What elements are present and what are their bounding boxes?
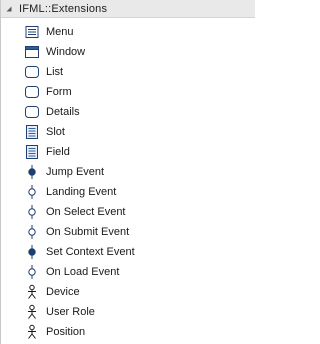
toolbox-item-label: Slot — [46, 126, 65, 138]
toolbox-item-label: Field — [46, 146, 70, 158]
toolbox-item-label: Landing Event — [46, 186, 117, 198]
device-icon — [24, 284, 40, 300]
toolbox-item-on-load-event[interactable]: On Load Event — [1, 262, 251, 282]
toolbox-item-label: Jump Event — [46, 166, 105, 178]
toolbox-item-label: User Role — [46, 306, 95, 318]
toolbox-item-field[interactable]: Field — [1, 142, 251, 162]
toolbox-item-details[interactable]: Details — [1, 102, 251, 122]
toolbox-item-label: Position — [46, 326, 86, 338]
landing-event-icon — [24, 184, 40, 200]
toolbox-group-header[interactable]: IFML::Extensions — [1, 0, 255, 18]
toolbox-item-slot[interactable]: Slot — [1, 122, 251, 142]
toolbox-item-label: On Load Event — [46, 266, 120, 278]
toolbox-item-label: Form — [46, 86, 72, 98]
jump-event-icon — [24, 164, 40, 180]
toolbox-item-label: List — [46, 66, 64, 78]
user-role-icon — [24, 304, 40, 320]
toolbox-item-on-submit-event[interactable]: On Submit Event — [1, 222, 251, 242]
menu-icon — [24, 24, 40, 40]
toolbox-item-label: Device — [46, 286, 80, 298]
on-select-event-icon — [24, 204, 40, 220]
toolbox-item-set-context-event[interactable]: Set Context Event — [1, 242, 251, 262]
toolbox-group-title: IFML::Extensions — [19, 2, 108, 15]
toolbox-item-label: Menu — [46, 26, 74, 38]
position-icon — [24, 324, 40, 340]
collapse-caret-icon[interactable] — [5, 5, 13, 13]
form-icon — [24, 84, 40, 100]
toolbox-item-jump-event[interactable]: Jump Event — [1, 162, 251, 182]
on-load-event-icon — [24, 264, 40, 280]
list-icon — [24, 64, 40, 80]
details-icon — [24, 104, 40, 120]
toolbox-item-window[interactable]: Window — [1, 42, 251, 62]
toolbox-item-label: On Submit Event — [46, 226, 130, 238]
toolbox-item-landing-event[interactable]: Landing Event — [1, 182, 251, 202]
toolbox-item-label: Set Context Event — [46, 246, 135, 258]
field-icon — [24, 144, 40, 160]
toolbox-item-form[interactable]: Form — [1, 82, 251, 102]
toolbox-item-list-element[interactable]: List — [1, 62, 251, 82]
slot-icon — [24, 124, 40, 140]
toolbox-panel: IFML::Extensions Menu Window List Form D… — [0, 0, 255, 344]
toolbox-item-menu[interactable]: Menu — [1, 22, 251, 42]
window-icon — [24, 44, 40, 60]
toolbox-item-label: On Select Event — [46, 206, 126, 218]
toolbox-item-device[interactable]: Device — [1, 282, 251, 302]
toolbox-item-on-select-event[interactable]: On Select Event — [1, 202, 251, 222]
toolbox-item-label: Details — [46, 106, 80, 118]
toolbox-item-position[interactable]: Position — [1, 322, 251, 342]
on-submit-event-icon — [24, 224, 40, 240]
toolbox-item-user-role[interactable]: User Role — [1, 302, 251, 322]
toolbox-item-label: Window — [46, 46, 86, 58]
set-context-event-icon — [24, 244, 40, 260]
